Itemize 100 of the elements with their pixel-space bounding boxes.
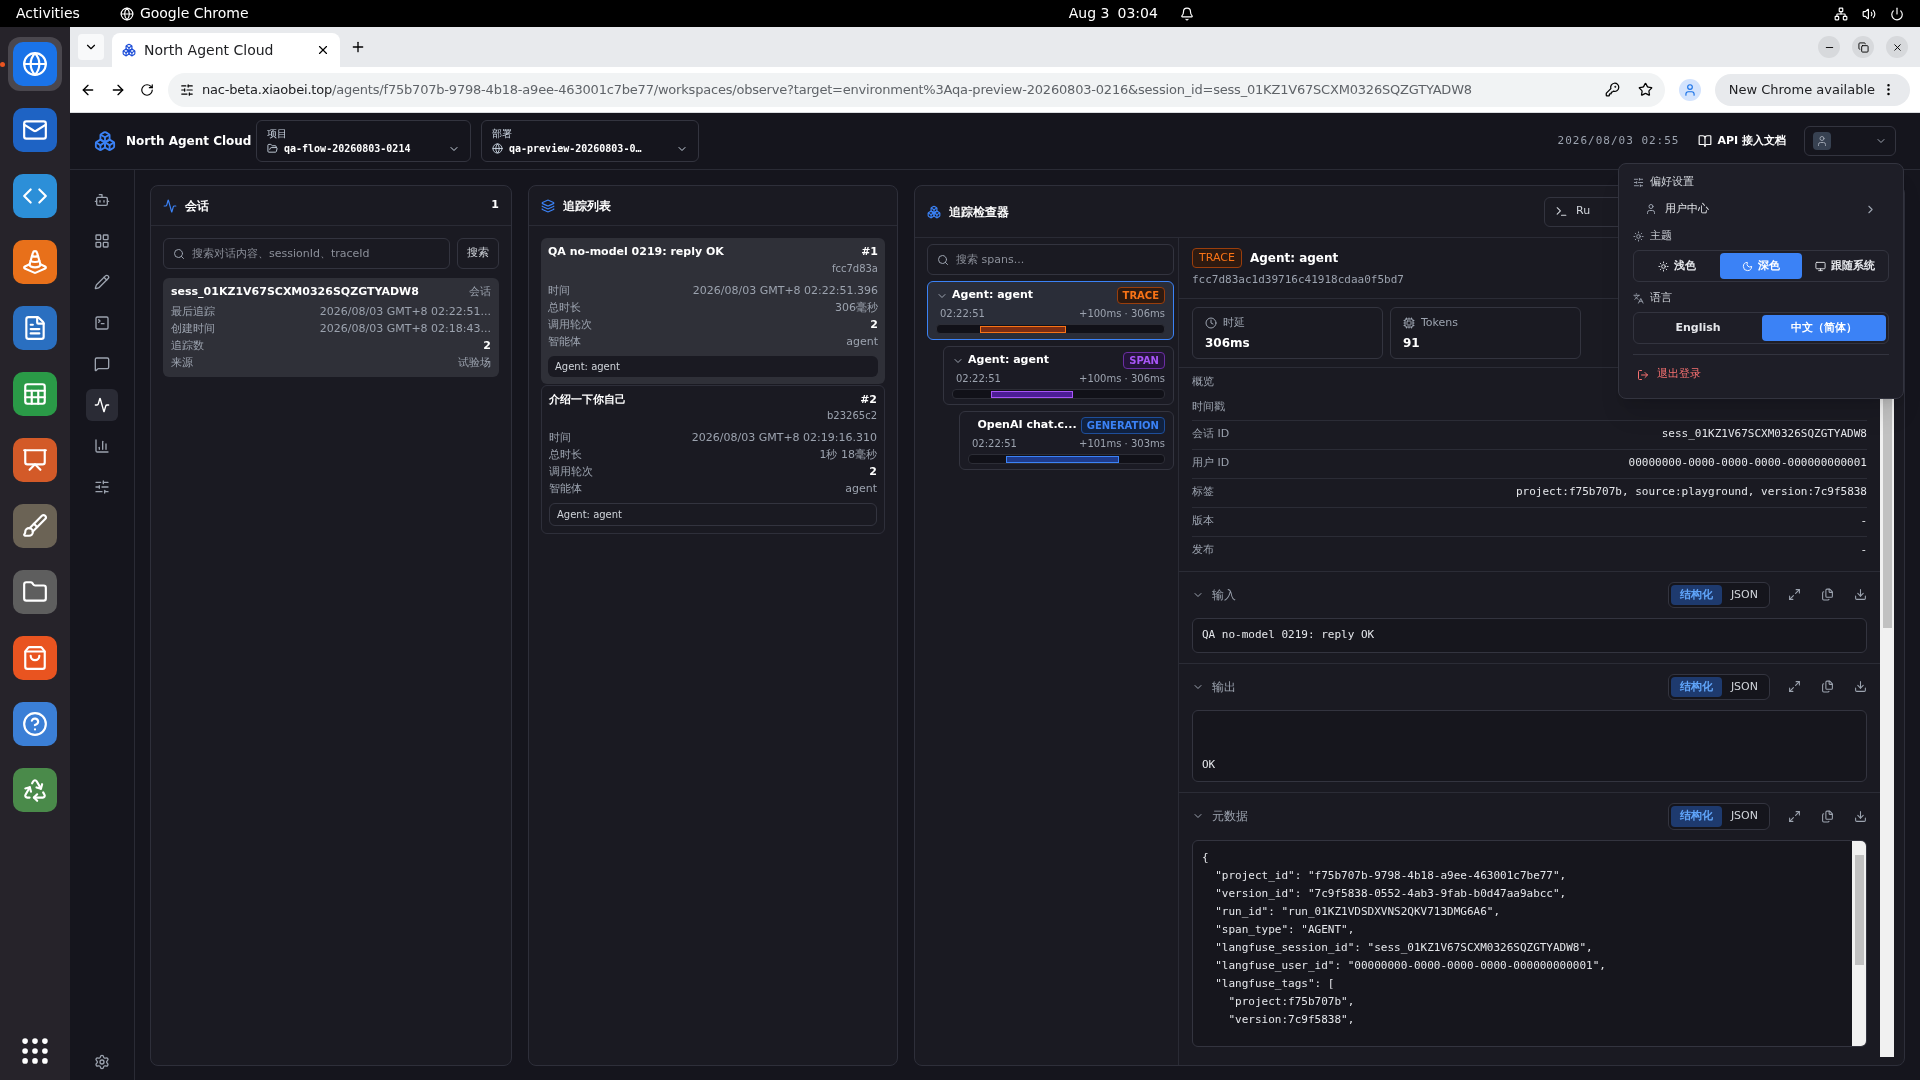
user-center-item[interactable]: 用户中心 (1665, 200, 1856, 218)
trace-index: #1 (861, 244, 878, 260)
power-icon[interactable] (1890, 6, 1904, 21)
trace-card[interactable]: 介绍一下你自己 #2 b23265c2 时间 2026/08/03 GMT+8 02:19:16.310 总时长 1秒 18毫秒 调用轮次 2 智能体 agent Agent: agent (541, 384, 885, 534)
brand-name[interactable]: North Agent Cloud (126, 132, 256, 150)
copy-icon[interactable] (1821, 809, 1834, 823)
row-label: 版本 (1192, 513, 1214, 530)
site-info-icon[interactable] (180, 82, 194, 97)
close-icon[interactable] (316, 43, 330, 57)
search-button[interactable]: 搜索 (457, 238, 499, 269)
search-field[interactable]: 搜索对话内容、sessionId、traceId (163, 238, 450, 269)
field-label: 调用轮次 (548, 316, 592, 333)
span-item[interactable]: OpenAI chat.c... GENERATION 02:22:51 +101ms · 303ms (959, 411, 1174, 470)
row-value: 00000000-0000-0000-0000-000000000001 (1628, 455, 1867, 472)
folder-icon (267, 143, 278, 154)
bell-icon[interactable] (1179, 6, 1194, 21)
metadata-json: { "project_id": "f75b707b-9798-4b18-a9ee-463001c7be77", "version_id": "7c9f5838-0552-4ab3-9fab-b0d47aa9abcc", "run_id": "run_01KZ1VDSDXVNS2QKV713DMG6A6", "span_type": "AGENT", "langfuse_session_id": "sess_01KZ1V67SCXM0326SQZGTYADW8", "langfuse_user_id": "00000000-0000-0000-0000-000000000001", "langfuse_tags": [ "project:f75b707b", "version:7c9f5838", (1201, 849, 1607, 1028)
reload-icon[interactable] (140, 82, 154, 97)
span-item[interactable]: Agent: agent SPAN 02:22:51 +100ms · 306ms (943, 346, 1174, 405)
download-icon[interactable] (1854, 680, 1867, 694)
app-menu[interactable]: Google Chrome (139, 3, 249, 24)
panel-title: 会话 (185, 197, 210, 215)
tab-title: North Agent Cloud (144, 40, 275, 60)
view-tab[interactable]: 结构化 (1670, 806, 1722, 827)
view-tab[interactable]: 结构化 (1670, 584, 1722, 605)
sun-icon (1633, 230, 1644, 242)
span-time: 02:22:51 (972, 437, 1017, 451)
timestamp: 2026/08/03 02:55 (1557, 132, 1680, 149)
theme-option[interactable]: 深色 (1758, 257, 1780, 275)
avatar-icon (1813, 132, 1831, 150)
field-value: 306毫秒 (835, 299, 878, 316)
chip-icon (1403, 316, 1415, 329)
activity-icon (163, 198, 177, 213)
bookmark-star-icon[interactable] (1637, 82, 1653, 97)
blocks-icon (927, 204, 941, 219)
key-icon[interactable] (1604, 82, 1620, 97)
settings-icon[interactable] (94, 1054, 110, 1070)
row-label: 标签 (1192, 484, 1214, 501)
view-tab[interactable]: 结构化 (1670, 676, 1722, 697)
field-value: 2026/08/03 GMT+8 02:18:43... (319, 320, 491, 337)
browser-tab[interactable]: North Agent Cloud (112, 33, 340, 67)
tab-search-button[interactable] (78, 34, 104, 60)
new-tab-icon[interactable] (350, 39, 366, 55)
expand-icon[interactable] (1788, 809, 1801, 823)
project-selector[interactable]: 项目 qa-flow-20260803-0214 (256, 120, 471, 162)
network-icon[interactable] (1834, 6, 1848, 21)
address-bar[interactable]: nac-beta.xiaobei.top/agents/f75b707b-9798-4b18-a9ee-463001c7be77/workspaces/observe?target=environment%3Aqa-preview-20260803-0216&session_id=sess_01KZ1V67SCXM0326SQZGTYADW8 (168, 72, 1665, 107)
content-text: QA no-model 0219: reply OK (1202, 627, 1376, 643)
theme-option[interactable]: 浅色 (1674, 257, 1696, 275)
metric-label: Tokens (1421, 314, 1459, 331)
logout-item[interactable]: 退出登录 (1657, 366, 1701, 383)
profile-avatar[interactable] (1678, 78, 1701, 101)
volume-icon[interactable] (1862, 6, 1876, 21)
span-item[interactable]: Agent: agent TRACE 02:22:51 +100ms · 306ms (927, 281, 1174, 340)
view-tab[interactable]: JSON (1721, 806, 1767, 827)
layers-icon (541, 198, 555, 213)
field-label: 最后追踪 (171, 303, 215, 320)
trace-card[interactable]: QA no-model 0219: reply OK #1 fcc7d83a 时间 2026/08/03 GMT+8 02:22:51.396 总时长 306毫秒 调用轮次 2 智能体 agent Agent: agent (541, 238, 885, 384)
trace-index: #2 (860, 391, 877, 408)
span-timing: +100ms · 306ms (1079, 307, 1165, 321)
field-value: 2 (483, 337, 491, 354)
restore-icon[interactable] (1852, 36, 1874, 58)
section-title: 输入 (1212, 586, 1236, 604)
span-title: Agent: agent (1249, 250, 1339, 267)
search-field[interactable]: 搜索 spans... (927, 244, 1174, 275)
expand-icon[interactable] (1788, 680, 1801, 694)
span-timing: +101ms · 303ms (1079, 437, 1165, 451)
brand-logo-icon (94, 130, 116, 152)
metric-value: 91 (1403, 335, 1421, 352)
copy-icon[interactable] (1821, 680, 1834, 694)
deployment-selector[interactable]: 部署 qa-preview-20260803-0… (481, 120, 699, 162)
theme-option[interactable]: 跟随系统 (1831, 257, 1875, 275)
agent-chip: Agent: agent (548, 355, 878, 377)
download-icon[interactable] (1854, 809, 1867, 823)
activities-button[interactable]: Activities (16, 3, 80, 24)
trace-id: fcc7d83a (831, 261, 878, 276)
logout-icon (1637, 368, 1649, 381)
view-tab[interactable]: JSON (1721, 676, 1767, 697)
field-label: 总时长 (548, 299, 581, 316)
language-option[interactable]: English (1636, 315, 1760, 341)
clock-date[interactable]: Aug 3 (1068, 3, 1110, 24)
row-label: 时间戳 (1192, 398, 1225, 415)
download-icon[interactable] (1854, 588, 1867, 602)
row-label: 概览 (1192, 373, 1214, 390)
span-time: 02:22:51 (940, 307, 985, 321)
clock-time[interactable]: 03:04 (1117, 3, 1158, 24)
row-label: 用户 ID (1192, 455, 1230, 472)
docs-link[interactable]: API 接入文档 (1697, 132, 1786, 150)
globe-icon[interactable] (8, 37, 62, 91)
span-type-badge: TRACE (1116, 287, 1165, 304)
session-card[interactable]: sess_01KZ1V67SCXM0326SQZGTYADW8 会话 最后追踪 2026/08/03 GMT+8 02:22:51... 创建时间 2026/08/03 GMT+8 02:18:43... 追踪数 2 来源 试验场 (163, 278, 499, 377)
view-tab[interactable]: JSON (1721, 584, 1767, 605)
expand-icon[interactable] (1788, 588, 1801, 602)
copy-icon[interactable] (1821, 588, 1834, 602)
language-option[interactable]: 中文（简体） (1762, 315, 1886, 341)
field-label: 创建时间 (171, 320, 215, 337)
field-value: 2026/08/03 GMT+8 02:19:16.310 (691, 430, 877, 446)
activity-icon[interactable] (86, 389, 118, 421)
section-title: 元数据 (1212, 808, 1248, 826)
span-name: OpenAI chat.c... (977, 417, 1077, 434)
